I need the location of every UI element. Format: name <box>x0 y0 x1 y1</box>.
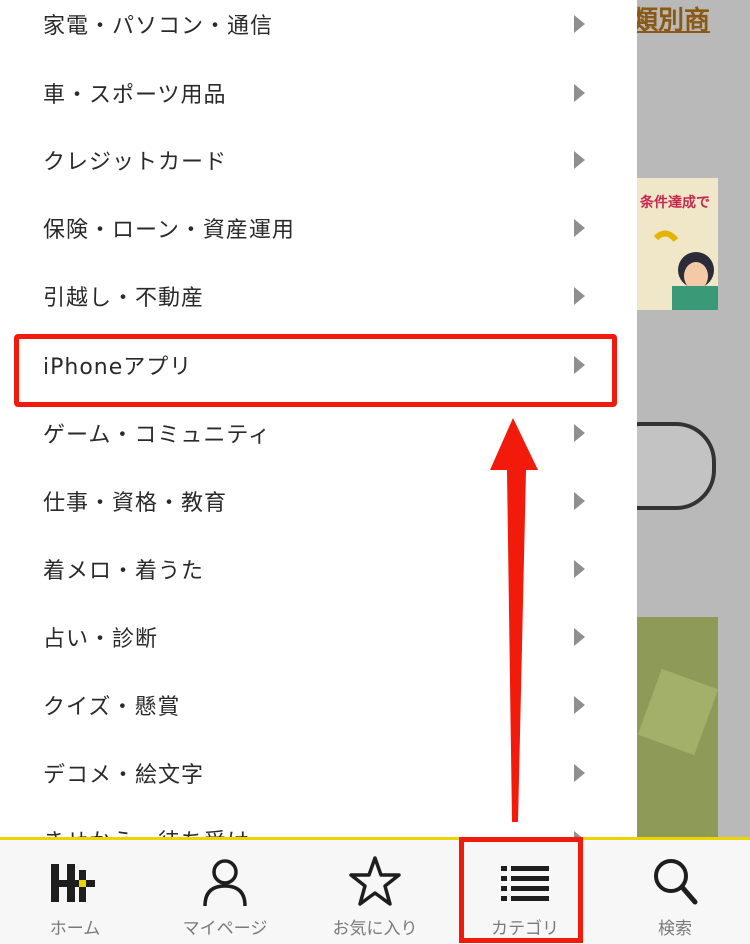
menu-item-label: 保険・ローン・資産運用 <box>43 218 295 243</box>
tab-search[interactable]: 検索 <box>600 840 750 944</box>
list-icon <box>501 866 549 901</box>
menu-item-games-community[interactable]: ゲーム・コミュニティ <box>0 399 637 467</box>
chevron-right-icon <box>574 356 585 374</box>
chevron-right-icon <box>574 764 585 782</box>
chevron-right-icon <box>574 424 585 442</box>
background-green-panel <box>630 617 718 840</box>
chevron-right-icon <box>574 287 585 305</box>
menu-item-iphone-apps[interactable]: iPhoneアプリ <box>0 331 637 399</box>
menu-item-label: 引越し・不動産 <box>43 286 205 311</box>
chevron-right-icon <box>574 696 585 714</box>
home-logo-icon <box>51 864 95 902</box>
menu-item-credit-card[interactable]: クレジットカード <box>0 126 637 194</box>
menu-item-fortune[interactable]: 占い・診断 <box>0 603 637 671</box>
menu-item-label: 家電・パソコン・通信 <box>43 14 274 39</box>
person-icon <box>203 859 247 907</box>
menu-item-moving-realestate[interactable]: 引越し・不動産 <box>0 262 637 330</box>
tab-home[interactable]: ホーム <box>0 840 150 944</box>
chevron-right-icon <box>574 151 585 169</box>
bottom-tab-bar: ホーム マイページ お気に入り カテゴリ 検索 <box>0 840 750 944</box>
chevron-right-icon <box>574 219 585 237</box>
menu-item-label: 仕事・資格・教育 <box>43 491 228 516</box>
tab-label: マイページ <box>182 919 268 939</box>
tab-favorites[interactable]: お気に入り <box>300 840 450 944</box>
menu-item-ringtones[interactable]: 着メロ・着うた <box>0 535 637 603</box>
chevron-right-icon <box>574 492 585 510</box>
menu-item-insurance[interactable]: 保険・ローン・資産運用 <box>0 194 637 262</box>
tab-label: 検索 <box>658 919 692 939</box>
menu-item-decome[interactable]: デコメ・絵文字 <box>0 739 637 807</box>
menu-item-cars-sports[interactable]: 車・スポーツ用品 <box>0 59 637 127</box>
menu-item-label: 車・スポーツ用品 <box>43 83 227 108</box>
chevron-right-icon <box>574 15 585 33</box>
menu-item-quiz[interactable]: クイズ・懸賞 <box>0 671 637 739</box>
menu-item-label: 占い・診断 <box>43 627 159 652</box>
menu-item-label: ゲーム・コミュニティ <box>43 423 272 448</box>
menu-item-appliances[interactable]: 家電・パソコン・通信 <box>0 0 637 58</box>
star-icon <box>349 856 401 906</box>
menu-item-label: クレジットカード <box>43 150 228 175</box>
background-title-fragment: 類別商 <box>632 6 711 36</box>
chevron-right-icon <box>574 560 585 578</box>
search-icon <box>654 859 698 905</box>
tab-label: カテゴリ <box>491 919 559 939</box>
menu-item-jobs-education[interactable]: 仕事・資格・教育 <box>0 467 637 535</box>
tab-label: お気に入り <box>332 919 418 939</box>
tab-category[interactable]: カテゴリ <box>450 840 600 944</box>
background-banner: 条件達成で <box>636 178 718 310</box>
menu-item-label: iPhoneアプリ <box>43 355 193 380</box>
menu-item-label: クイズ・懸賞 <box>43 695 181 720</box>
category-drawer: 家電・パソコン・通信 車・スポーツ用品 クレジットカード 保険・ローン・資産運用… <box>0 0 637 840</box>
chevron-right-icon <box>574 84 585 102</box>
menu-item-kisekae[interactable]: きせかえ・待ち受け <box>0 806 637 840</box>
banner-illustration <box>653 230 718 310</box>
menu-item-label: 着メロ・着うた <box>43 559 205 584</box>
tab-mypage[interactable]: マイページ <box>150 840 300 944</box>
chevron-right-icon <box>574 628 585 646</box>
menu-item-label: デコメ・絵文字 <box>43 763 205 788</box>
tab-label: ホーム <box>49 919 101 939</box>
